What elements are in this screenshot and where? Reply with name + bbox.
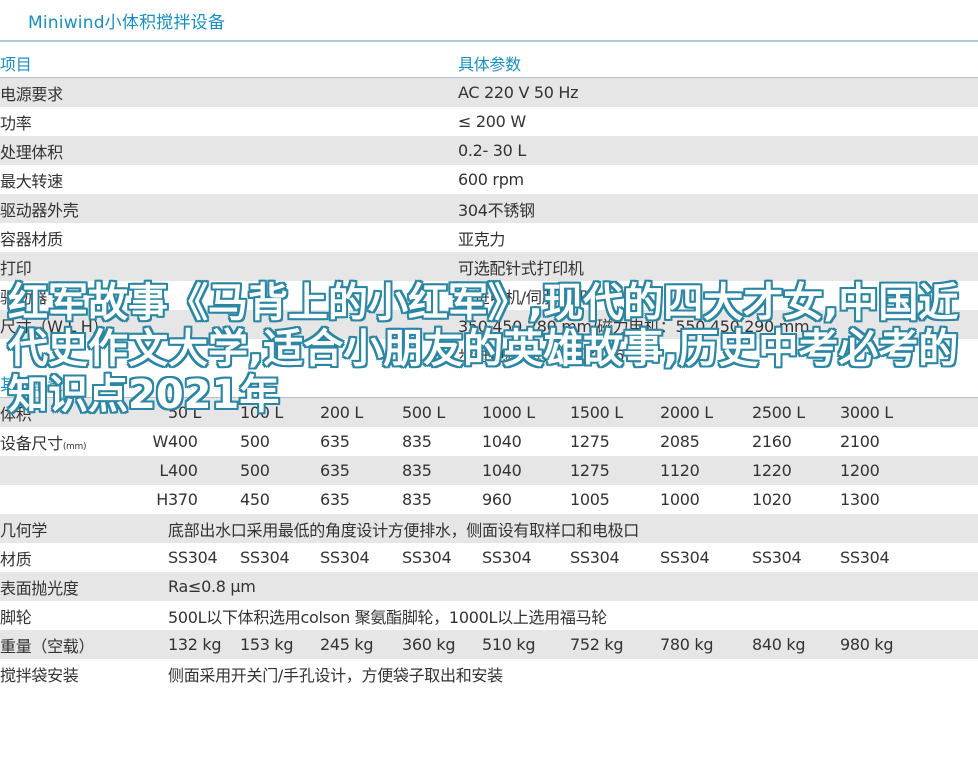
dimension-cell: 2160 — [752, 432, 792, 451]
dimension-cell: 1120 — [660, 456, 752, 485]
table-row: 处理体积 0.2- 30 L — [0, 136, 978, 165]
dimension-cell: 1220 — [752, 456, 840, 485]
row-value: AC 220 V 50 Hz — [402, 77, 978, 107]
dimension-cell: 960 — [482, 490, 512, 509]
table-row: 驱动器外壳 304不锈钢 — [0, 194, 978, 223]
row-value: 侧面采用开关门/手孔设计，方便袋子取出和安装 — [168, 665, 503, 685]
weight-cell: 132 kg — [168, 630, 240, 659]
dimension-cell: 2100 — [840, 432, 880, 451]
row-value: 可选配针式打印机 — [402, 252, 978, 281]
weight-cell: 510 kg — [482, 630, 570, 659]
header-item: 项目 — [0, 48, 168, 78]
row-label: 处理体积 — [0, 136, 168, 165]
dimension-cell: 635 — [320, 456, 402, 485]
row-value: Ra≤0.8 µm — [168, 572, 978, 601]
dimension-cell: 400 — [168, 456, 240, 485]
dimension-cell: 1275 — [570, 456, 660, 485]
dimension-cell: 1040 — [482, 456, 570, 485]
overlay-headline: 红军故事《马背上的小红军》,现代的四大才女,中国近代史作文大学,适合小朋友的英雄… — [8, 280, 959, 418]
material-cell: SS304 — [752, 548, 802, 567]
row-label — [0, 485, 140, 514]
row-label — [0, 456, 140, 485]
title-divider — [0, 40, 978, 42]
row-label: 打印 — [0, 252, 168, 281]
row-label: 重量（空载） — [0, 630, 168, 659]
table-row: 几何学 底部出水口采用最低的角度设计方便排水，侧面设有取样口和电极口 — [0, 514, 978, 543]
axis-label: W — [152, 432, 168, 451]
axis-label: H — [156, 490, 168, 509]
row-value: 亚克力 — [458, 229, 506, 249]
header-params: 具体参数 — [402, 48, 978, 78]
row-label: 电源要求 — [0, 77, 168, 107]
dimension-cell: 500 — [240, 432, 270, 451]
table-row: 打印 可选配针式打印机 — [0, 252, 978, 281]
table-row: 容器材质 亚克力 — [0, 223, 978, 252]
dimension-cell: 2085 — [660, 432, 700, 451]
material-cell: SS304 — [570, 548, 620, 567]
unit-label: (mm) — [62, 441, 87, 452]
table-row: 脚轮 500L以下体积选用colson 聚氨酯脚轮，1000L以上选用福马轮 — [0, 601, 978, 630]
dimension-cell: 835 — [402, 432, 432, 451]
row-label: 设备尺寸(mm) — [0, 433, 87, 453]
dimension-cell: 500 — [240, 456, 320, 485]
row-label: 容器材质 — [0, 229, 63, 249]
material-cell: SS304 — [320, 548, 370, 567]
row-value: 600 rpm — [458, 170, 524, 189]
row-label: 表面抛光度 — [0, 572, 168, 601]
table-row: 最大转速 600 rpm — [0, 165, 978, 194]
row-label: 脚轮 — [0, 607, 32, 627]
dimension-cell: 835 — [402, 490, 432, 509]
weight-cell: 153 kg — [240, 630, 320, 659]
row-label: 几何学 — [0, 514, 168, 543]
dimension-cell: 1300 — [840, 490, 880, 509]
weight-cell: 780 kg — [660, 630, 752, 659]
row-value: ≤ 200 W — [458, 112, 526, 131]
dimension-cell: 1000 — [660, 490, 700, 509]
table-row: 功率 ≤ 200 W — [0, 107, 978, 136]
row-value: 304不锈钢 — [402, 194, 978, 223]
weight-cell: 840 kg — [752, 630, 840, 659]
row-value: 底部出水口采用最低的角度设计方便排水，侧面设有取样口和电极口 — [168, 514, 978, 543]
dimension-row-w: 设备尺寸(mm) W 400 500 635 835 1040 1275 208… — [0, 427, 978, 456]
weight-cell: 752 kg — [570, 630, 660, 659]
material-cell: SS304 — [402, 548, 452, 567]
dimension-cell: 835 — [402, 456, 482, 485]
dimension-cell: 370 — [168, 490, 198, 509]
weight-cell: 980 kg — [840, 630, 978, 659]
material-cell: SS304 — [840, 548, 890, 567]
row-value: 0.2- 30 L — [402, 136, 978, 165]
dimension-cell: 1200 — [840, 456, 978, 485]
material-cell: SS304 — [240, 548, 290, 567]
dimension-row-l: L 400 500 635 835 1040 1275 1120 1220 12… — [0, 456, 978, 485]
table-row: 表面抛光度 Ra≤0.8 µm — [0, 572, 978, 601]
weight-cell: 360 kg — [402, 630, 482, 659]
dimension-row-h: H 370 450 635 835 960 1005 1000 1020 130… — [0, 485, 978, 514]
material-cell: SS304 — [660, 548, 710, 567]
weight-row: 重量（空载） 132 kg 153 kg 245 kg 360 kg 510 k… — [0, 630, 978, 659]
row-label: 驱动器外壳 — [0, 194, 168, 223]
row-label: 搅拌袋安装 — [0, 665, 79, 685]
dimension-cell: 1040 — [482, 432, 522, 451]
material-row: 材质 SS304 SS304 SS304 SS304 SS304 SS304 S… — [0, 543, 978, 572]
table-row: 搅拌袋安装 侧面采用开关门/手孔设计，方便袋子取出和安装 — [0, 659, 978, 688]
table-row: 电源要求 AC 220 V 50 Hz — [0, 77, 978, 107]
page-title: Miniwind小体积搅拌设备 — [28, 13, 226, 33]
dimension-cell: 1005 — [570, 490, 610, 509]
dimension-cell: 635 — [320, 490, 350, 509]
dimension-cell: 400 — [168, 432, 198, 451]
axis-label: L — [140, 456, 168, 485]
dimension-cell: 1275 — [570, 432, 610, 451]
row-label: 材质 — [0, 549, 32, 569]
row-value: 500L以下体积选用colson 聚氨酯脚轮，1000L以上选用福马轮 — [168, 607, 607, 627]
material-cell: SS304 — [482, 548, 532, 567]
row-label: 最大转速 — [0, 171, 63, 191]
material-cell: SS304 — [168, 548, 218, 567]
weight-cell: 245 kg — [320, 630, 402, 659]
dimension-cell: 450 — [240, 490, 270, 509]
dimension-cell: 635 — [320, 432, 350, 451]
row-label: 功率 — [0, 113, 32, 133]
table-header-row: 项目 具体参数 — [0, 48, 978, 78]
dimension-cell: 1020 — [752, 490, 792, 509]
